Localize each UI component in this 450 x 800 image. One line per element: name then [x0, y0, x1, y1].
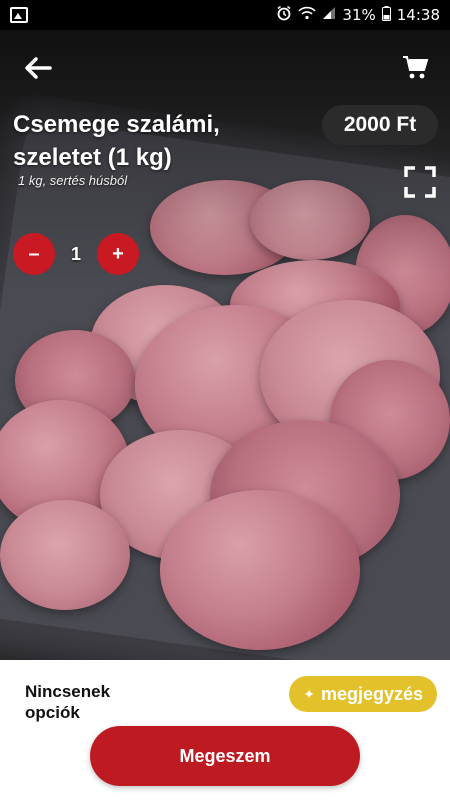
- gallery-notification-icon: [10, 7, 28, 23]
- fullscreen-button[interactable]: [402, 164, 438, 200]
- price-badge: 2000 Ft: [322, 105, 438, 145]
- salami-slice: [160, 490, 360, 650]
- fullscreen-icon: [402, 166, 438, 204]
- add-note-button[interactable]: ✦ megjegyzés: [289, 676, 437, 712]
- note-button-label: megjegyzés: [320, 683, 423, 704]
- quantity-value: 1: [70, 243, 81, 264]
- plus-icon: ✦: [303, 685, 315, 702]
- cart-button[interactable]: [400, 52, 430, 82]
- salami-slice: [0, 500, 130, 610]
- status-bar: 31% 14:38: [0, 0, 450, 30]
- wifi-icon: [298, 6, 317, 24]
- arrow-left-icon: [20, 57, 56, 90]
- battery-icon: [381, 5, 391, 25]
- product-subtitle: 1 kg, sertés húsból: [18, 173, 128, 188]
- product-title: Csemege szalámi, szeletet (1 kg): [13, 111, 220, 171]
- bottom-panel: Nincsenek opciók ✦ megjegyzés Megeszem: [0, 660, 450, 800]
- alarm-icon: [276, 5, 292, 25]
- quantity-decrease-button[interactable]: –: [13, 233, 55, 275]
- quantity-increase-button[interactable]: +: [97, 233, 139, 275]
- cart-icon: [400, 56, 430, 86]
- quantity-stepper: – 1 +: [13, 233, 139, 275]
- signal-icon: [322, 6, 336, 24]
- megeszem-button[interactable]: Megeszem: [90, 726, 360, 786]
- clock-time: 14:38: [396, 6, 440, 24]
- no-options-text: Nincsenek opciók: [25, 682, 111, 722]
- back-button[interactable]: [20, 50, 56, 86]
- battery-text: 31%: [342, 6, 376, 24]
